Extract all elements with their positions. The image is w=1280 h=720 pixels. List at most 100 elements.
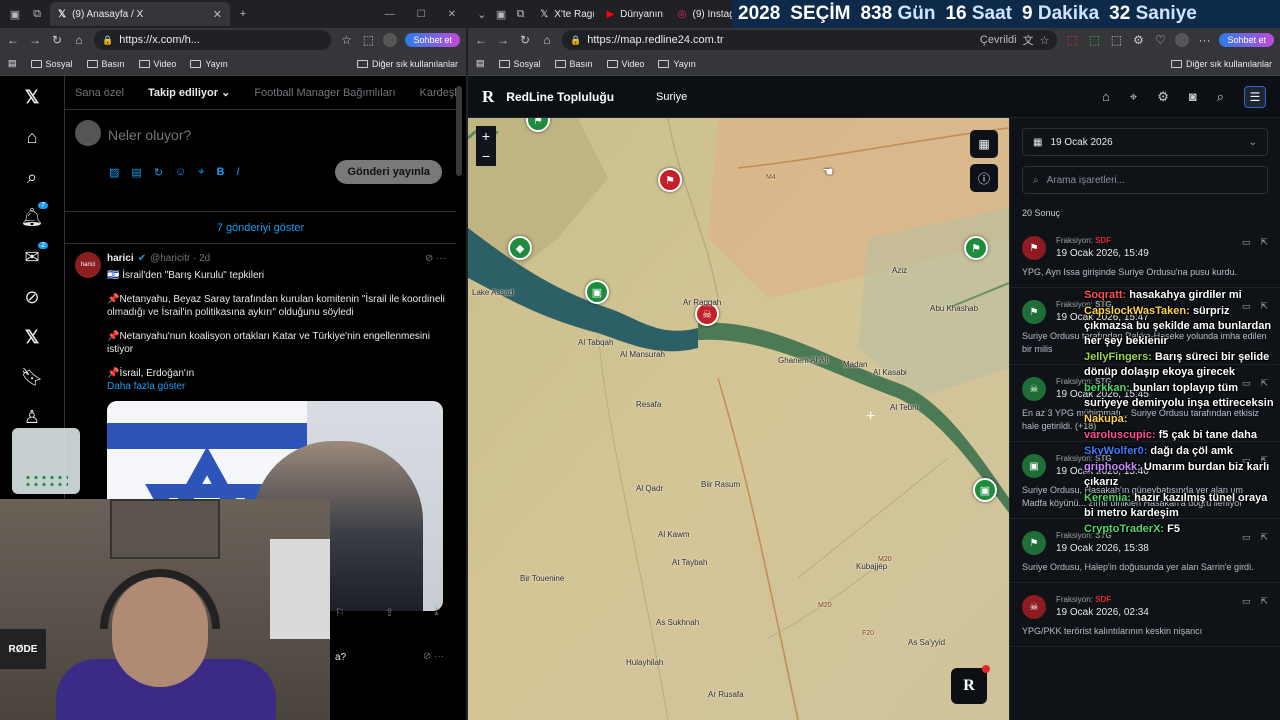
premium-icon[interactable]: 𝕏 [21,326,43,348]
maximize-icon[interactable]: ☐ [417,9,426,20]
external-link-icon[interactable]: ⇱ [1260,236,1268,249]
more-icon[interactable]: ··· [1197,33,1211,47]
bookmark-other[interactable]: Diğer sık kullanılanlar [1170,59,1272,69]
bookmarks-icon[interactable]: 🔖︎ [21,366,44,388]
tag-icon[interactable]: ⌂ [1102,89,1110,104]
user-avatar[interactable] [75,120,101,146]
bookmark-yayin[interactable]: Yayın [190,59,228,69]
red-marker[interactable]: ⚑ [658,168,682,192]
extension-icon[interactable]: ⬚ [361,33,375,47]
forward-icon[interactable]: → [28,33,42,47]
copilot-chat-button[interactable]: Sohbet et [405,33,460,47]
bookmark-icon[interactable]: ⚐ [335,606,345,619]
workspaces-icon[interactable]: ⧉ [28,5,46,23]
tab-kardesler[interactable]: Kardeşler Kr [420,87,456,99]
map-layers-icon[interactable]: ▦ [970,130,998,158]
event-item[interactable]: ☠ ▭ ⇱ Fraksiyon: SDF 19 Ocak 2026, 02:34 … [1010,583,1280,647]
translated-label[interactable]: Çevrildi [980,34,1017,46]
tab-x-ragip[interactable]: 𝕏X'te Ragıp [532,2,595,26]
forward-icon[interactable]: → [496,33,510,47]
bookmark-sosyal[interactable]: Sosyal [30,59,73,69]
tab-actions-icon[interactable]: ▣ [6,5,24,23]
bold-icon[interactable]: B [216,166,224,179]
bookmarks-menu-icon[interactable]: ▤ [8,58,17,69]
post-avatar[interactable]: harici [75,252,101,278]
new-tab-icon[interactable]: + [234,5,252,23]
scrollbar[interactable] [456,86,462,176]
notifications-icon[interactable]: 🔔︎ 7 [21,202,48,228]
bookmark-video[interactable]: Video [606,59,644,69]
close-window-icon[interactable]: ✕ [448,9,456,20]
search-icon[interactable]: ⌕ [1217,89,1224,105]
info-icon[interactable]: ⓘ [970,164,998,192]
map-view[interactable]: + − ▦ ⓘ ⚑ ⚑ ⚑ ◆ ▣ ☠ ▣ Lake Assad Al Tabq… [468,118,1009,720]
location-icon[interactable]: ⌖ [198,166,204,179]
profile-avatar[interactable] [383,33,398,47]
more-icon[interactable]: ··· [436,253,446,264]
favorite-icon[interactable]: ☆ [339,33,353,47]
x-logo-icon[interactable]: 𝕏 [21,86,43,108]
location-pin-icon[interactable]: ⌖ [1130,89,1137,105]
compose-input[interactable]: Neler oluyor? [108,127,191,143]
extension-icon[interactable]: ⬚ [1065,33,1079,47]
gif-icon[interactable]: ▤ [131,166,141,179]
post-handle[interactable]: @haricitr · 2d [150,252,210,265]
event-item[interactable]: ⚑ ▭ ⇱ Fraksiyon: SDF 19 Ocak 2026, 15:49 … [1010,224,1280,288]
back-icon[interactable]: ← [474,33,488,47]
settings-icon[interactable]: ⚙ [1157,89,1169,105]
search-icon[interactable]: ⌕ [21,166,43,188]
redline-float-button[interactable]: R [951,665,990,704]
close-tab-icon[interactable]: ✕ [213,8,222,21]
translate-icon[interactable]: 文 [1023,32,1034,48]
home-icon[interactable]: ⌂ [21,126,43,148]
sidebar-toggle-icon[interactable]: ⌄ [474,5,489,23]
bookmark-sosyal[interactable]: Sosyal [498,59,541,69]
post-author[interactable]: harici [107,252,134,265]
minimize-icon[interactable]: — [385,9,395,20]
zoom-in-button[interactable]: + [476,126,496,146]
settings-icon[interactable]: ⚙ [1131,33,1145,47]
refresh-icon[interactable]: ↻ [518,33,532,47]
extension-icon[interactable]: ⬚ [1087,33,1101,47]
favorite-icon[interactable]: ☆ [1040,34,1050,47]
favorites-icon[interactable]: ♡ [1153,33,1167,47]
redline-logo[interactable]: R [482,87,494,107]
download-icon[interactable]: ⤓ [434,606,439,619]
copilot-chat-button[interactable]: Sohbet et [1219,33,1274,47]
bookmarks-menu-icon[interactable]: ▤ [476,58,485,69]
tab-following[interactable]: Takip ediliyor ⌄ [148,86,230,99]
home-icon[interactable]: ⌂ [540,33,554,47]
green-marker[interactable]: ▣ [973,478,997,502]
camera-icon[interactable]: ◙ [1189,89,1197,104]
refresh-icon[interactable]: ↻ [50,33,64,47]
tab-instagram[interactable]: ◎ (9) Instag [669,2,732,26]
tab-for-you[interactable]: Sana özel [75,87,124,99]
show-more-link[interactable]: Daha fazla göster [107,380,446,393]
green-marker[interactable]: ▣ [585,280,609,304]
bookmark-yayin[interactable]: Yayın [658,59,696,69]
grok-icon[interactable]: ⊘ [21,286,43,308]
tab-x-home[interactable]: 𝕏 (9) Anasayfa / X ✕ [50,2,230,26]
date-picker[interactable]: ▦ 19 Ocak 2026 ⌄ [1022,128,1268,156]
video-icon[interactable]: ▭ [1242,236,1251,249]
profile-avatar[interactable] [1175,33,1190,47]
tab-youtube[interactable]: ▶ Dünyanın [598,2,666,26]
marker-search-input[interactable]: ⌕ Arama işaretleri... [1022,166,1268,194]
bookmark-basin[interactable]: Basın [554,59,593,69]
emoji-icon[interactable]: ☺ [175,166,186,179]
site-title[interactable]: RedLine Topluluğu [506,90,614,104]
zoom-out-button[interactable]: − [476,146,496,166]
share-icon[interactable]: ⇪ [385,606,394,619]
media-icon[interactable]: ▨ [109,166,119,179]
tab-football-manager[interactable]: Football Manager Bağımlıları [254,87,395,99]
hamburger-menu-icon[interactable]: ☰ [1244,85,1266,108]
country-selector[interactable]: Suriye [656,91,687,103]
post-button[interactable]: Gönderi yayınla [335,160,442,184]
grok-icon[interactable]: ⊘ [425,253,433,264]
jobs-icon[interactable]: ♙ [21,406,43,428]
video-icon[interactable]: ▭ [1242,595,1251,608]
url-field[interactable]: 🔒 https://map.redline24.com.tr Çevrildi … [562,30,1058,50]
grok-icon[interactable]: ↻ [154,166,163,179]
bookmark-other[interactable]: Diğer sık kullanılanlar [356,59,458,69]
show-new-posts[interactable]: 7 gönderiyi göster [65,212,456,244]
